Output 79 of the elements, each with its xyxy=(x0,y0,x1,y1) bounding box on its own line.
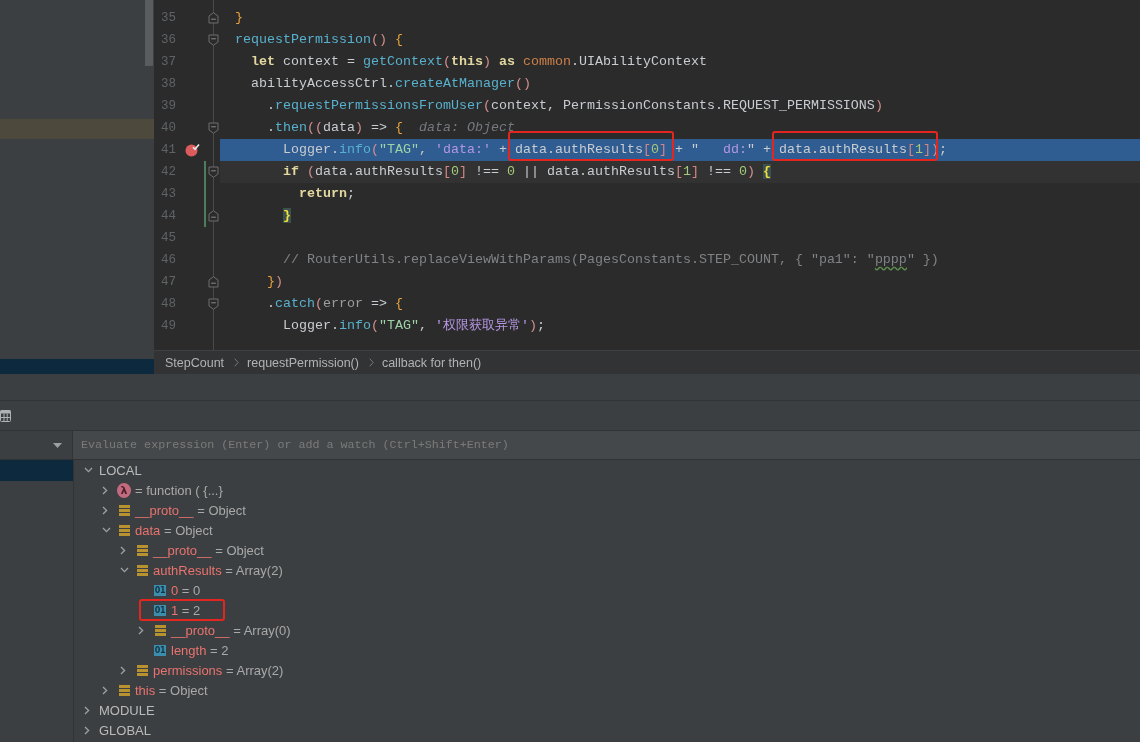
line-number: 41 xyxy=(160,142,176,159)
chevron-right-icon[interactable] xyxy=(84,705,90,715)
chevron-down-icon[interactable] xyxy=(84,467,93,473)
chevron-right-icon[interactable] xyxy=(120,545,126,555)
line-number: 37 xyxy=(160,54,176,71)
object-icon xyxy=(154,624,166,636)
line-number: 39 xyxy=(160,98,176,115)
line-number: 43 xyxy=(160,186,176,203)
variable-label[interactable]: data = Object xyxy=(135,522,213,538)
chevron-right-icon xyxy=(368,358,374,367)
chevron-down-icon[interactable] xyxy=(120,567,129,573)
code-line: if (data.authResults[0] !== 0 || data.authResults[1] !== 0) { xyxy=(282,163,772,181)
object-icon xyxy=(118,524,130,536)
scope-label[interactable]: LOCAL xyxy=(99,462,142,478)
line-number: 42 xyxy=(160,164,176,181)
breadcrumb-item[interactable]: requestPermission() xyxy=(247,355,359,370)
chevron-right-icon[interactable] xyxy=(84,725,90,735)
variable-label[interactable]: __proto__ = Object xyxy=(135,502,246,518)
line-number: 48 xyxy=(160,296,176,313)
breadcrumb-item[interactable]: StepCount xyxy=(165,355,225,370)
dropdown-caret-icon[interactable] xyxy=(53,442,62,448)
line-number: 47 xyxy=(160,274,176,291)
table-icon[interactable] xyxy=(0,409,11,422)
code-line: .then((data) => { data: Object xyxy=(266,119,516,137)
line-number: 36 xyxy=(160,32,176,49)
line-number: 38 xyxy=(160,76,176,93)
line-number: 45 xyxy=(160,230,176,247)
chevron-right-icon xyxy=(234,358,240,367)
line-number: 46 xyxy=(160,252,176,269)
chevron-right-icon[interactable] xyxy=(120,665,126,675)
fold-icon[interactable] xyxy=(208,34,219,46)
code-line: let context = getContext(this) as common.UIAbilityContext xyxy=(250,53,708,71)
chevron-right-icon[interactable] xyxy=(102,685,108,695)
code-line: return; xyxy=(298,185,356,203)
type-badge: 01 xyxy=(154,644,166,656)
variable-label[interactable]: = function ( {...} xyxy=(135,482,223,498)
breadcrumb-item[interactable]: callback for then() xyxy=(381,355,482,370)
line-number: 44 xyxy=(160,208,176,225)
lambda-badge: λ xyxy=(117,482,131,498)
code-line: .requestPermissionsFromUser(context, PermissionConstants.REQUEST_PERMISSIONS) xyxy=(266,97,884,115)
breakpoint-icon[interactable] xyxy=(184,143,200,157)
code-line: }) xyxy=(266,273,284,291)
line-number: 35 xyxy=(160,10,176,27)
variable-label[interactable]: 1 = 2 xyxy=(171,602,201,618)
variable-label[interactable]: this = Object xyxy=(135,682,208,698)
scrollbar-thumb[interactable] xyxy=(145,0,153,66)
variable-label[interactable]: authResults = Array(2) xyxy=(153,562,283,578)
chevron-down-icon[interactable] xyxy=(102,527,111,533)
line-number: 40 xyxy=(160,120,176,137)
code-line: // RouterUtils.replaceViewWithParams(PagesConstants.STEP_COUNT, { "pa1": "pppp" }) xyxy=(282,251,940,269)
fold-icon[interactable] xyxy=(208,12,219,24)
code-line: Logger.info("TAG", '权限获取异常'); xyxy=(282,317,546,335)
variable-label[interactable]: 0 = 0 xyxy=(171,582,201,598)
variable-label[interactable]: permissions = Array(2) xyxy=(153,662,284,678)
line-number: 49 xyxy=(160,318,176,335)
fold-icon[interactable] xyxy=(208,276,219,288)
type-badge: 01 xyxy=(154,584,166,596)
type-badge: 01 xyxy=(154,604,166,616)
fold-icon[interactable] xyxy=(208,122,219,134)
variable-label[interactable]: __proto__ = Object xyxy=(153,542,264,558)
chevron-right-icon[interactable] xyxy=(102,485,108,495)
code-line: .catch(error => { xyxy=(266,295,404,313)
scope-label[interactable]: MODULE xyxy=(99,702,155,718)
code-line: } xyxy=(234,9,244,27)
object-icon xyxy=(136,564,148,576)
code-line: abilityAccessCtrl.createAtManager() xyxy=(250,75,532,93)
object-icon xyxy=(136,544,148,556)
scope-label[interactable]: GLOBAL xyxy=(99,722,152,738)
object-icon xyxy=(118,504,130,516)
chevron-right-icon[interactable] xyxy=(138,625,144,635)
fold-icon[interactable] xyxy=(208,298,219,310)
object-icon xyxy=(118,684,130,696)
variable-label[interactable]: __proto__ = Array(0) xyxy=(171,622,291,638)
code-line: requestPermission() { xyxy=(234,31,404,49)
fold-icon[interactable] xyxy=(208,210,219,222)
object-icon xyxy=(136,664,148,676)
chevron-right-icon[interactable] xyxy=(102,505,108,515)
fold-icon[interactable] xyxy=(208,166,219,178)
variable-label[interactable]: length = 2 xyxy=(171,642,229,658)
